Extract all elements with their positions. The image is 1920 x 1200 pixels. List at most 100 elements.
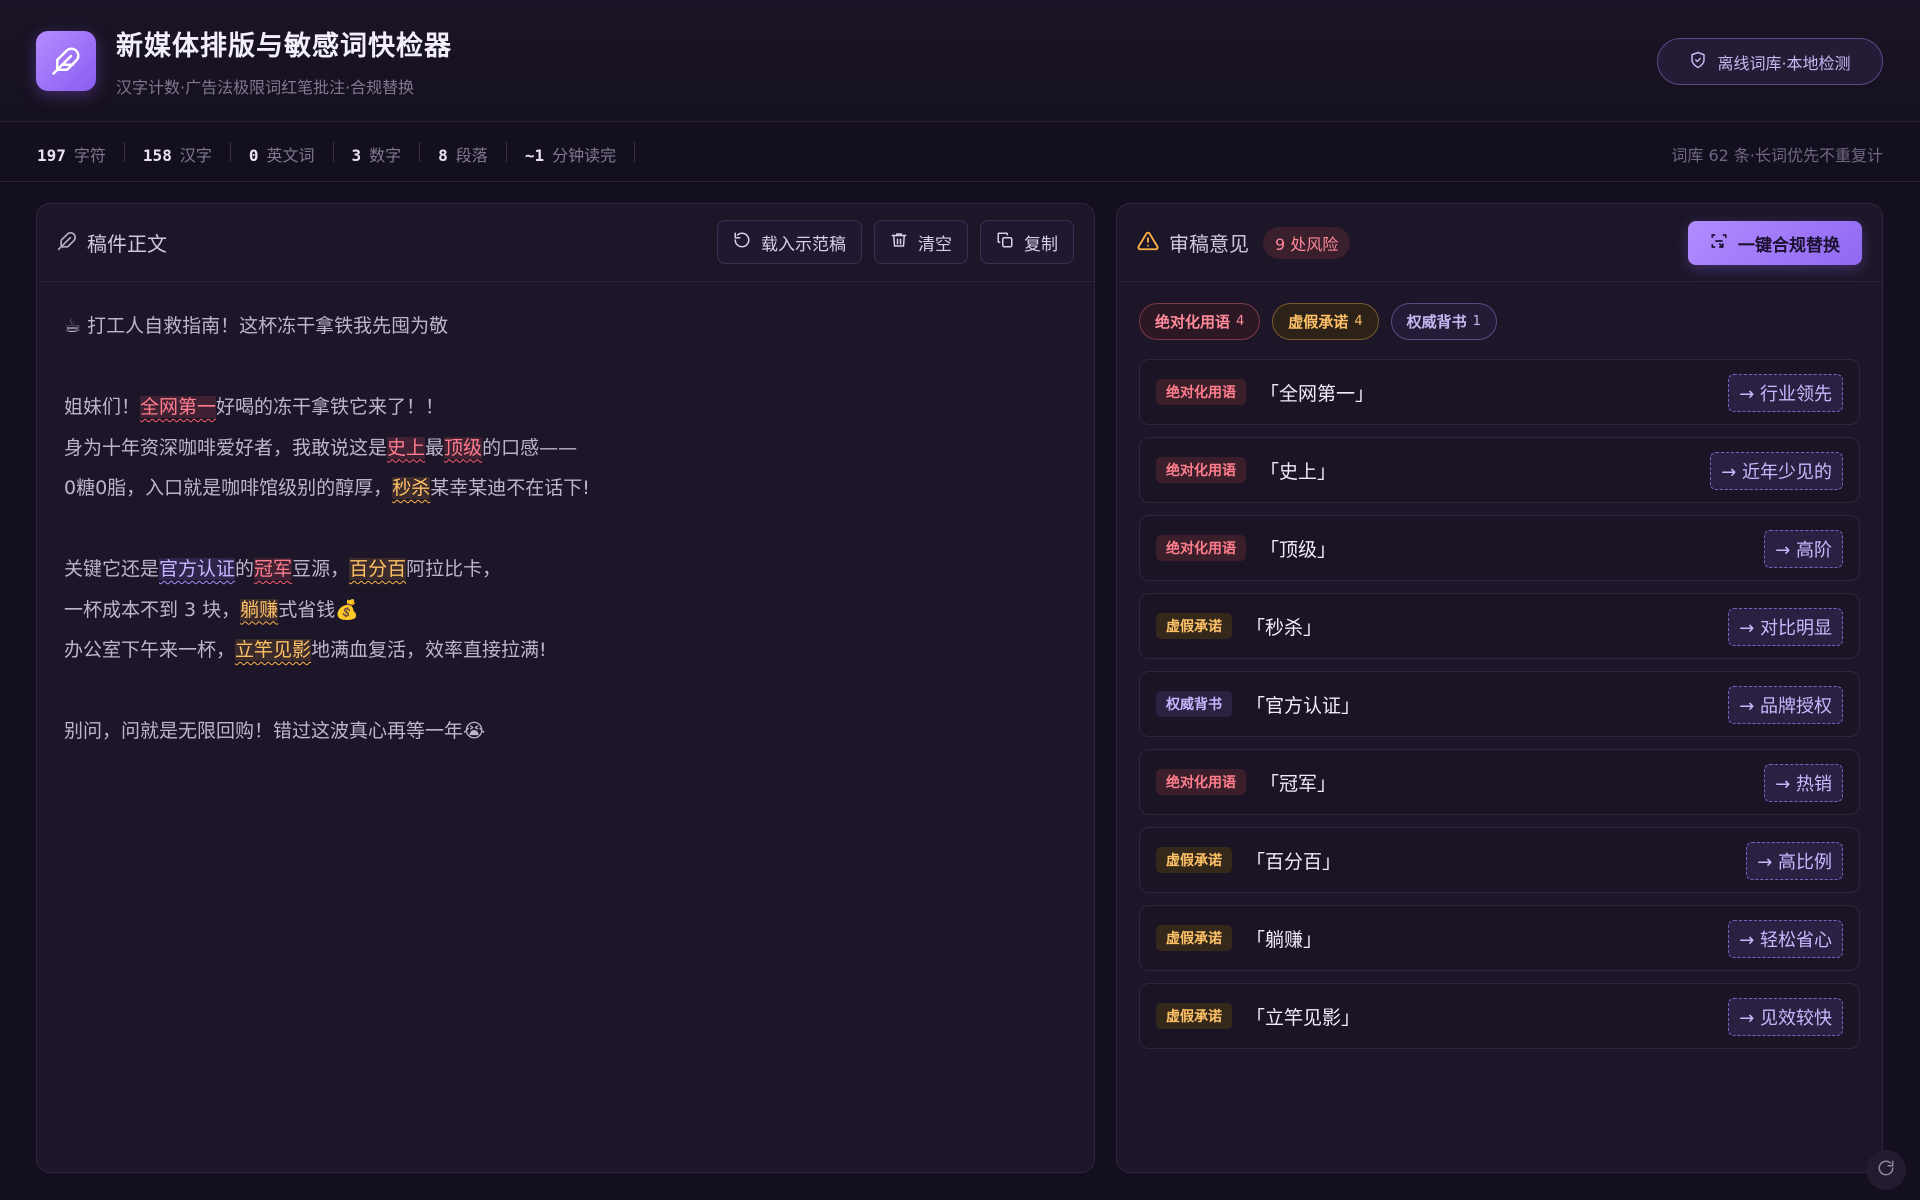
editor-line: 身为十年资深咖啡爱好者，我敢说这是史上最顶级的口感——: [64, 428, 1067, 469]
feather-pen-icon: [57, 231, 77, 255]
issue-category-tag: 权威背书: [1156, 691, 1232, 717]
editor-text: 豆源，: [292, 558, 350, 580]
category-filter-chips: 绝对化用语 4 虚假承诺 4 权威背书 1: [1139, 303, 1497, 340]
issue-category-tag: 虚假承诺: [1156, 1003, 1232, 1029]
offline-badge[interactable]: 离线词库·本地检测: [1657, 38, 1883, 85]
suggestion-button[interactable]: → 近年少见的: [1710, 452, 1843, 490]
warning-triangle-icon: [1137, 230, 1159, 256]
editor-text: 好喝的冻干拿铁它来了！！: [216, 396, 445, 418]
stat-value: 158: [142, 145, 172, 165]
suggestion-button[interactable]: → 对比明显: [1728, 608, 1843, 646]
suggestion-button[interactable]: → 高阶: [1764, 530, 1843, 568]
issue-term: 「史上」: [1260, 460, 1337, 483]
editor-line: 办公室下午来一杯，立竿见影地满血复活，效率直接拉满!: [64, 630, 1067, 671]
issue-item[interactable]: 虚假承诺 「百分百」 → 高比例: [1139, 827, 1860, 893]
flagged-term-amber[interactable]: 立竿见影: [235, 639, 312, 661]
stat-paragraphs: 8 段落: [438, 141, 507, 165]
flagged-term-red[interactable]: 全网第一: [140, 396, 217, 418]
chip-absolute-terms[interactable]: 绝对化用语 4: [1139, 303, 1261, 340]
risk-count-badge: 9 处风险: [1263, 226, 1351, 259]
editor-blank-line: [64, 347, 1067, 388]
issue-category-tag: 绝对化用语: [1156, 457, 1246, 483]
stat-value: ~1: [524, 145, 545, 165]
chip-authority-endorsement[interactable]: 权威背书 1: [1390, 303, 1497, 340]
stat-value: 3: [351, 145, 362, 165]
issue-category-tag: 绝对化用语: [1156, 379, 1246, 405]
one-click-replace-button[interactable]: 一键合规替换: [1688, 221, 1862, 265]
issue-term: 「躺赚」: [1246, 928, 1323, 951]
load-sample-label: 载入示范稿: [761, 234, 846, 255]
refresh-button[interactable]: [1866, 1150, 1906, 1190]
refresh-icon: [1877, 1159, 1895, 1181]
issue-item[interactable]: 绝对化用语 「全网第一」 → 行业领先: [1139, 359, 1860, 425]
chip-label: 虚假承诺: [1288, 313, 1349, 331]
chip-count: 4: [1354, 314, 1363, 329]
app-title: 新媒体排版与敏感词快检器: [116, 31, 452, 62]
suggestion-button[interactable]: → 高比例: [1746, 842, 1843, 880]
issue-term: 「全网第一」: [1260, 382, 1375, 405]
editor-blank-line: [64, 509, 1067, 550]
stat-english-words: 0 英文词: [248, 141, 334, 165]
chip-count: 4: [1236, 314, 1245, 329]
clear-label: 清空: [918, 234, 952, 255]
dictionary-note: 词库 62 条·长词优先不重复计: [1671, 146, 1883, 165]
shield-icon: [1689, 51, 1707, 73]
issue-term: 「立竿见影」: [1246, 1006, 1361, 1029]
editor-text: 某幸某迪不在话下!: [430, 477, 590, 499]
suggestion-button[interactable]: → 热销: [1764, 764, 1843, 802]
editor-line: 0糖0脂，入口就是咖啡馆级别的醇厚，秒杀某幸某迪不在话下!: [64, 468, 1067, 509]
issue-item[interactable]: 虚假承诺 「秒杀」 → 对比明显: [1139, 593, 1860, 659]
copy-button[interactable]: 复制: [980, 220, 1074, 264]
editor-text: 的: [235, 558, 255, 580]
editor-line: 关键它还是官方认证的冠军豆源，百分百阿拉比卡，: [64, 549, 1067, 590]
editor-text: 办公室下午来一杯，: [64, 639, 236, 661]
flagged-term-red[interactable]: 史上: [387, 436, 426, 459]
stat-digits: 3 数字: [351, 141, 421, 165]
clear-button[interactable]: 清空: [874, 220, 968, 264]
suggestion-button[interactable]: → 品牌授权: [1728, 686, 1843, 724]
issue-item[interactable]: 虚假承诺 「躺赚」 → 轻松省心: [1139, 905, 1860, 971]
stat-value: 197: [37, 145, 66, 165]
editor-panel: 稿件正文 载入示范稿 清空 复制 ☕ 打工人自救指南！这杯冻干拿铁我先囤为敬 姐…: [36, 203, 1095, 1173]
flagged-term-amber[interactable]: 百分百: [349, 558, 407, 580]
issue-item[interactable]: 绝对化用语 「顶级」 → 高阶: [1139, 515, 1860, 581]
editor-textarea[interactable]: ☕ 打工人自救指南！这杯冻干拿铁我先囤为敬 姐妹们！全网第一好喝的冻干拿铁它来了！…: [37, 282, 1094, 776]
chip-false-promise[interactable]: 虚假承诺 4: [1272, 303, 1379, 340]
editor-line: 姐妹们！全网第一好喝的冻干拿铁它来了！！: [64, 387, 1067, 428]
load-sample-button[interactable]: 载入示范稿: [717, 220, 862, 264]
flagged-term-amber[interactable]: 秒杀: [392, 477, 431, 499]
issue-list: 绝对化用语 「全网第一」 → 行业领先 绝对化用语 「史上」 → 近年少见的 绝…: [1139, 359, 1860, 1061]
flagged-term-red[interactable]: 冠军: [254, 558, 293, 580]
trash-icon: [890, 231, 908, 254]
flagged-term-violet[interactable]: 官方认证: [159, 558, 236, 580]
suggestion-button[interactable]: → 行业领先: [1728, 374, 1843, 412]
issue-item[interactable]: 绝对化用语 「史上」 → 近年少见的: [1139, 437, 1860, 503]
issue-term: 「百分百」: [1246, 850, 1342, 873]
editor-text: 身为十年资深咖啡爱好者，我敢说这是: [64, 436, 388, 459]
suggestion-button[interactable]: → 见效较快: [1728, 998, 1843, 1036]
issue-term: 「秒杀」: [1246, 616, 1323, 639]
editor-text: 一杯成本不到 3 块，: [64, 598, 241, 621]
issue-term: 「冠军」: [1260, 772, 1337, 795]
editor-line: 别问，问就是无限回购！错过这波真心再等一年😭: [64, 711, 1067, 752]
flagged-term-red[interactable]: 顶级: [444, 436, 483, 459]
review-title: 审稿意见: [1169, 232, 1249, 256]
issue-term: 「顶级」: [1260, 538, 1337, 561]
stat-value: 0: [248, 145, 259, 165]
flagged-term-amber[interactable]: 躺赚: [240, 598, 279, 621]
editor-blank-line: [64, 671, 1067, 712]
suggestion-button[interactable]: → 轻松省心: [1728, 920, 1843, 958]
copy-label: 复制: [1024, 234, 1058, 255]
issue-category-tag: 虚假承诺: [1156, 925, 1232, 951]
issue-item[interactable]: 权威背书 「官方认证」 → 品牌授权: [1139, 671, 1860, 737]
editor-text: 姐妹们！: [64, 396, 141, 418]
issue-item[interactable]: 虚假承诺 「立竿见影」 → 见效较快: [1139, 983, 1860, 1049]
editor-header: 稿件正文 载入示范稿 清空 复制: [37, 204, 1094, 282]
stat-label: 段落: [455, 145, 488, 165]
editor-text: 式省钱💰: [278, 598, 359, 621]
editor-text: 地满血复活，效率直接拉满!: [311, 639, 547, 661]
issue-item[interactable]: 绝对化用语 「冠军」 → 热销: [1139, 749, 1860, 815]
rotate-icon: [733, 231, 751, 254]
editor-text: 阿拉比卡，: [406, 558, 502, 580]
issue-term: 「官方认证」: [1246, 694, 1361, 717]
